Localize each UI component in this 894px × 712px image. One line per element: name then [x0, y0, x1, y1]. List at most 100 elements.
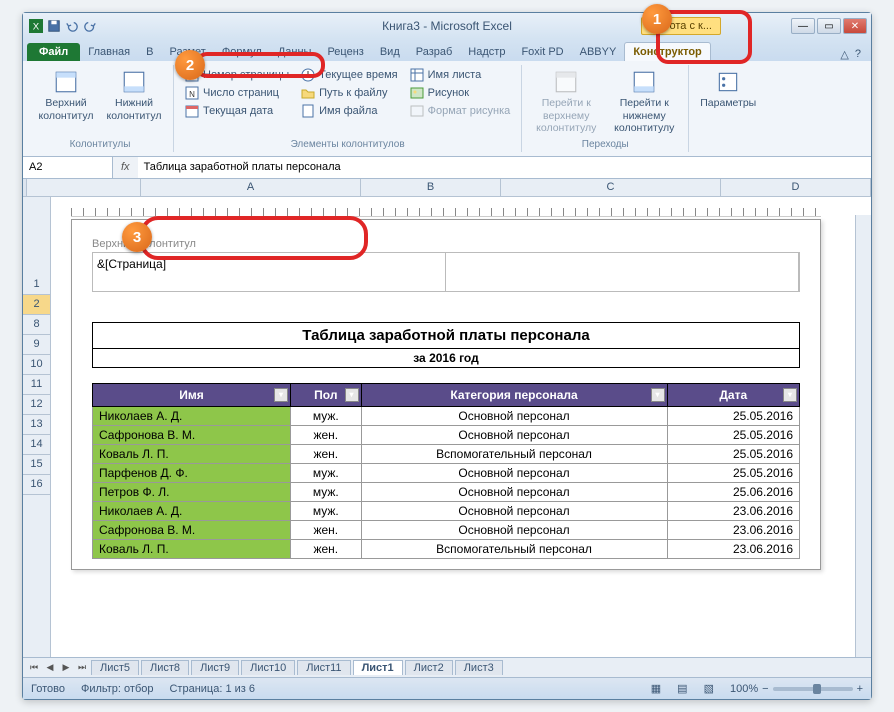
- goto-header-label: Перейти к верхнему колонтитулу: [532, 97, 600, 135]
- header-left-cell[interactable]: &[Страница]: [93, 253, 446, 291]
- row-header-2[interactable]: 2: [23, 295, 50, 315]
- col-header-C[interactable]: C: [501, 179, 721, 196]
- sheet-tab[interactable]: Лист8: [141, 660, 189, 675]
- sheet-tab[interactable]: Лист1: [353, 660, 403, 675]
- sheet-tab[interactable]: Лист5: [91, 660, 139, 675]
- sheet-tab[interactable]: Лист11: [297, 660, 350, 675]
- footer-button[interactable]: Нижний колонтитул: [103, 67, 165, 137]
- picture-button[interactable]: Рисунок: [407, 85, 514, 101]
- header-button[interactable]: Верхний колонтитул: [35, 67, 97, 137]
- table-title: Таблица заработной платы персонала: [93, 322, 800, 348]
- tab-nav-prev[interactable]: ◀: [43, 661, 57, 675]
- tab-foxit[interactable]: Foxit PD: [513, 43, 571, 61]
- maximize-button[interactable]: ▭: [817, 18, 841, 34]
- format-picture-button[interactable]: Формат рисунка: [407, 103, 514, 119]
- table-header[interactable]: Категория персонала▾: [361, 383, 667, 406]
- table-row: Сафронова В. М.жен.Основной персонал25.0…: [93, 425, 800, 444]
- excel-window: X Книга3 - Microsoft Excel Работа с к...…: [22, 12, 872, 700]
- zoom-in-button[interactable]: +: [857, 683, 863, 695]
- redo-icon[interactable]: [83, 19, 97, 33]
- filter-dropdown-icon[interactable]: ▾: [345, 388, 359, 402]
- ribbon-tabs: Файл Главная В Размет Формул Данны Рецен…: [23, 39, 871, 61]
- row-header-14[interactable]: 14: [23, 435, 50, 455]
- name-box[interactable]: A2: [23, 157, 113, 178]
- tab-home[interactable]: Главная: [80, 43, 138, 61]
- row-header-11[interactable]: 11: [23, 375, 50, 395]
- row-header-16[interactable]: 16: [23, 475, 50, 495]
- row-header-12[interactable]: 12: [23, 395, 50, 415]
- vertical-scrollbar[interactable]: [855, 215, 871, 657]
- zoom-value: 100%: [730, 683, 758, 695]
- tab-nav-first[interactable]: ⏮: [27, 661, 41, 675]
- tab-nav-last[interactable]: ⏭: [75, 661, 89, 675]
- row-header-9[interactable]: 9: [23, 335, 50, 355]
- table-header[interactable]: Дата▾: [667, 383, 799, 406]
- sheet-tab[interactable]: Лист3: [455, 660, 503, 675]
- group-headers-label: Колонтитулы: [35, 139, 165, 150]
- row-headers: 128910111213141516: [23, 197, 51, 657]
- table-header[interactable]: Пол▾: [291, 383, 362, 406]
- view-normal-icon[interactable]: ▦: [651, 682, 661, 695]
- tab-design[interactable]: Конструктор: [624, 42, 710, 61]
- fx-label[interactable]: fx: [113, 161, 138, 173]
- tab-dev[interactable]: Разраб: [408, 43, 461, 61]
- header-icon: [53, 69, 79, 95]
- col-header-D[interactable]: D: [721, 179, 871, 196]
- filter-dropdown-icon[interactable]: ▾: [651, 388, 665, 402]
- horizontal-ruler: [71, 201, 821, 217]
- zoom-slider[interactable]: [773, 687, 853, 691]
- col-header-A[interactable]: A: [141, 179, 361, 196]
- filter-dropdown-icon[interactable]: ▾: [783, 388, 797, 402]
- table-row: Николаев А. Д.муж.Основной персонал25.05…: [93, 406, 800, 425]
- minimize-button[interactable]: —: [791, 18, 815, 34]
- table-header[interactable]: Имя▾: [93, 383, 291, 406]
- close-button[interactable]: ✕: [843, 18, 867, 34]
- tab-addins[interactable]: Надстр: [460, 43, 513, 61]
- help-icon[interactable]: ?: [855, 48, 861, 61]
- save-icon[interactable]: [47, 19, 61, 33]
- group-nav-label: Переходы: [530, 139, 680, 150]
- sheet-tab[interactable]: Лист2: [405, 660, 453, 675]
- sheet-name-button[interactable]: Имя листа: [407, 67, 514, 83]
- options-button[interactable]: Параметры: [697, 67, 759, 150]
- row-header-8[interactable]: 8: [23, 315, 50, 335]
- formula-input[interactable]: Таблица заработной платы персонала: [138, 157, 871, 178]
- view-layout-icon[interactable]: ▤: [677, 682, 687, 695]
- tab-view[interactable]: Вид: [372, 43, 408, 61]
- tab-formulas[interactable]: Формул: [214, 43, 270, 61]
- zoom-out-button[interactable]: −: [762, 683, 768, 695]
- status-page: Страница: 1 из 6: [169, 683, 255, 695]
- header-center-cell[interactable]: [446, 253, 799, 291]
- view-pagebreak-icon[interactable]: ▧: [704, 682, 714, 695]
- minimize-ribbon-icon[interactable]: △: [840, 48, 848, 61]
- col-header-B[interactable]: B: [361, 179, 501, 196]
- undo-icon[interactable]: [65, 19, 79, 33]
- header-editor[interactable]: &[Страница]: [92, 252, 800, 292]
- row-header-1[interactable]: 1: [23, 275, 50, 295]
- sheet-tab[interactable]: Лист10: [241, 660, 295, 675]
- sheet-tab[interactable]: Лист9: [191, 660, 239, 675]
- tab-file[interactable]: Файл: [27, 43, 80, 61]
- tab-review[interactable]: Реценз: [319, 43, 371, 61]
- tab-data[interactable]: Данны: [270, 43, 320, 61]
- current-time-button[interactable]: Текущее время: [298, 67, 400, 83]
- row-header-10[interactable]: 10: [23, 355, 50, 375]
- statusbar: Готово Фильтр: отбор Страница: 1 из 6 ▦ …: [23, 677, 871, 699]
- page-count-button[interactable]: NЧисло страниц: [182, 85, 292, 101]
- tab-insert[interactable]: В: [138, 43, 161, 61]
- goto-header-button[interactable]: Перейти к верхнему колонтитулу: [530, 67, 602, 137]
- tab-abbyy[interactable]: ABBYY: [572, 43, 625, 61]
- annotation-badge-1: 1: [642, 4, 672, 34]
- filter-dropdown-icon[interactable]: ▾: [274, 388, 288, 402]
- row-header-13[interactable]: 13: [23, 415, 50, 435]
- row-header-15[interactable]: 15: [23, 455, 50, 475]
- goto-footer-button[interactable]: Перейти к нижнему колонтитулу: [608, 67, 680, 137]
- grid-body[interactable]: Верхний колонтитул &[Страница] Таблица з…: [51, 197, 871, 657]
- current-date-button[interactable]: Текущая дата: [182, 103, 292, 119]
- goto-footer-label: Перейти к нижнему колонтитулу: [610, 97, 678, 135]
- sheet-tabs: ⏮ ◀ ▶ ⏭ Лист5Лист8Лист9Лист10Лист11Лист1…: [23, 657, 871, 677]
- file-name-button[interactable]: Имя файла: [298, 103, 400, 119]
- file-path-button[interactable]: Путь к файлу: [298, 85, 400, 101]
- tab-nav-next[interactable]: ▶: [59, 661, 73, 675]
- goto-footer-icon: [631, 69, 657, 95]
